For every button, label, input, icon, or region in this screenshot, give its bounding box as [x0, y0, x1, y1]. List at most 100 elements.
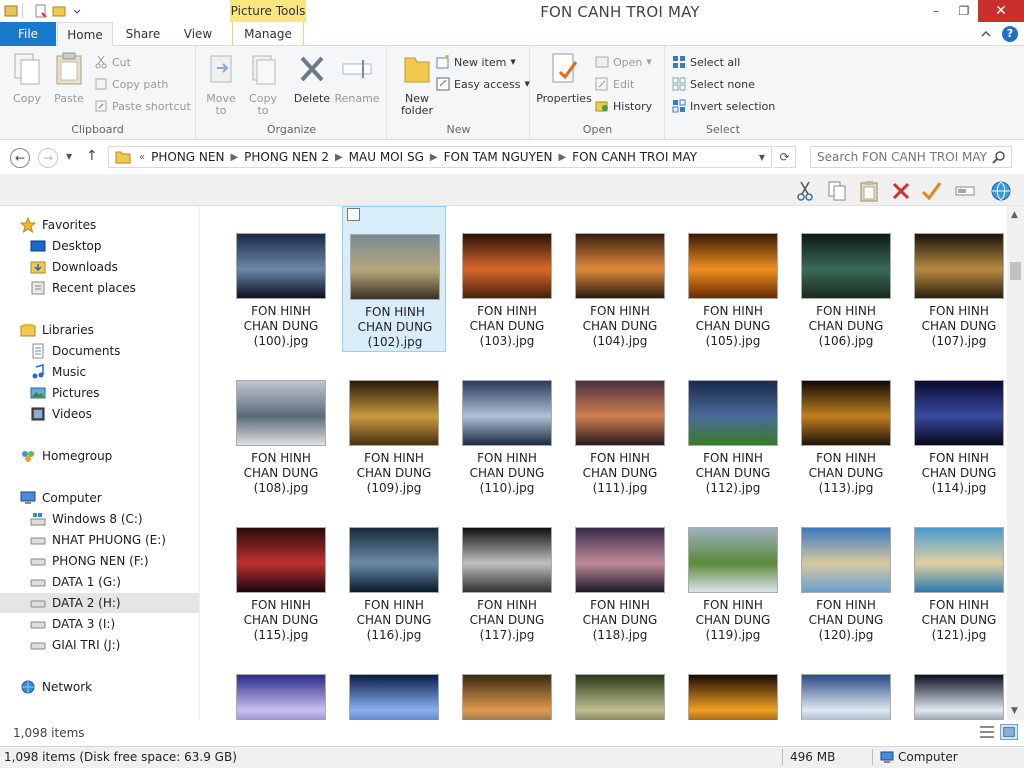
file-tile[interactable]: FON HINH CHAN DUNG (102).jpg	[342, 206, 446, 352]
app-icon[interactable]	[4, 4, 18, 18]
properties-icon[interactable]	[34, 4, 48, 18]
nav-desktop[interactable]: Desktop	[30, 236, 102, 256]
rename-icon[interactable]	[954, 180, 976, 202]
chevron-down-icon[interactable]	[70, 4, 84, 18]
nav-homegroup[interactable]: Homegroup	[20, 446, 112, 466]
back-button[interactable]: ←	[10, 148, 30, 168]
paste-icon[interactable]	[858, 180, 880, 202]
invert-selection-button[interactable]: Invert selection	[672, 96, 775, 116]
file-tile[interactable]: FON HINH CHAN DUNG (120).jpg	[794, 500, 898, 646]
tab-manage[interactable]: Manage	[232, 22, 304, 46]
delete-icon[interactable]	[890, 180, 912, 202]
file-tile[interactable]: FON HINH CHAN DUNG (116).jpg	[342, 500, 446, 646]
breadcrumb-fon-canh-troi-may[interactable]: FON CANH TROI MAY	[572, 150, 697, 164]
select-all-button[interactable]: Select all	[672, 52, 740, 72]
search-icon[interactable]	[992, 150, 1006, 164]
scissors-icon[interactable]	[794, 180, 816, 202]
file-tile[interactable]: FON HINHCHAN DUNG(125).jpg	[568, 647, 672, 720]
nav-libraries[interactable]: Libraries	[20, 320, 94, 340]
address-dropdown-icon[interactable]: ▼	[759, 153, 765, 162]
forward-button[interactable]: →	[38, 148, 58, 168]
open-button[interactable]: Open ▼	[595, 52, 652, 72]
file-tile[interactable]: FON HINHCHAN DUNG(122).jpg	[229, 647, 333, 720]
file-tile[interactable]: FON HINHCHAN DUNG(123).jpg	[342, 647, 446, 720]
file-tile[interactable]: FON HINHCHAN DUNG(127).jpg	[794, 647, 898, 720]
scroll-down-icon[interactable]: ▼	[1011, 706, 1018, 716]
file-tile[interactable]: FON HINH CHAN DUNG (110).jpg	[455, 353, 559, 499]
file-tile[interactable]: FON HINH CHAN DUNG (106).jpg	[794, 206, 898, 352]
new-folder-icon[interactable]	[52, 4, 66, 18]
nav-drive-g[interactable]: DATA 1 (G:)	[30, 572, 121, 592]
file-tile[interactable]: FON HINH CHAN DUNG (114).jpg	[907, 353, 1007, 499]
selection-checkbox[interactable]	[347, 208, 360, 221]
help-icon[interactable]: ?	[1002, 26, 1018, 42]
maximize-button[interactable]: ❐	[950, 0, 978, 22]
tab-view[interactable]: View	[174, 22, 222, 46]
details-view-icon[interactable]	[978, 724, 996, 740]
breadcrumb-phong-nen-2[interactable]: PHONG NEN 2	[244, 150, 329, 164]
nav-drive-j[interactable]: GIAI TRI (J:)	[30, 635, 120, 655]
breadcrumb-phong-nen[interactable]: PHONG NEN	[151, 150, 224, 164]
nav-drive-h[interactable]: DATA 2 (H:)	[0, 593, 199, 613]
file-tile[interactable]: FON HINHCHAN DUNG(124).jpg	[455, 647, 559, 720]
paste-button[interactable]: Paste	[50, 52, 88, 105]
search-box[interactable]	[810, 146, 1012, 168]
nav-drive-f[interactable]: PHONG NEN (F:)	[30, 551, 149, 571]
file-tile[interactable]: FON HINH CHAN DUNG (109).jpg	[342, 353, 446, 499]
nav-computer[interactable]: Computer	[20, 488, 102, 508]
select-none-button[interactable]: Select none	[672, 74, 755, 94]
copy-button[interactable]: Copy	[8, 52, 46, 105]
vertical-scrollbar[interactable]: ▲ ▼	[1007, 206, 1024, 720]
breadcrumb-separator-icon[interactable]: ▶	[335, 152, 343, 163]
delete-button[interactable]: Delete	[291, 52, 333, 105]
file-tile[interactable]: FON HINH CHAN DUNG (112).jpg	[681, 353, 785, 499]
breadcrumb-overflow[interactable]: «	[139, 152, 145, 163]
nav-music[interactable]: Music	[30, 362, 86, 382]
file-tile[interactable]: FON HINH CHAN DUNG (121).jpg	[907, 500, 1007, 646]
scrollbar-thumb[interactable]	[1010, 262, 1021, 280]
up-arrow-icon[interactable]: ↑	[86, 148, 98, 164]
breadcrumb-separator-icon[interactable]: ▶	[230, 152, 238, 163]
checkmark-icon[interactable]	[920, 180, 942, 202]
paste-shortcut-button[interactable]: Paste shortcut	[94, 96, 191, 116]
address-bar[interactable]: « PHONG NEN ▶ PHONG NEN 2 ▶ MAU MOI SG ▶…	[108, 146, 772, 168]
large-icons-view-icon[interactable]	[1000, 724, 1018, 740]
file-tile[interactable]: FON HINHCHAN DUNG(128).jpg	[907, 647, 1007, 720]
copy-to-button[interactable]: Copy to	[245, 52, 281, 117]
properties-button[interactable]: Properties	[535, 52, 593, 105]
globe-icon[interactable]	[990, 180, 1012, 202]
file-tile[interactable]: FON HINH CHAN DUNG (108).jpg	[229, 353, 333, 499]
copy-icon[interactable]	[826, 180, 848, 202]
file-tile[interactable]: FON HINH CHAN DUNG (117).jpg	[455, 500, 559, 646]
edit-button[interactable]: Edit	[595, 74, 634, 94]
scroll-up-icon[interactable]: ▲	[1011, 210, 1018, 220]
file-tile[interactable]: FON HINH CHAN DUNG (104).jpg	[568, 206, 672, 352]
file-tile[interactable]: FON HINH CHAN DUNG (105).jpg	[681, 206, 785, 352]
history-button[interactable]: History	[595, 96, 652, 116]
cut-button[interactable]: Cut	[94, 52, 131, 72]
move-to-button[interactable]: Move to	[203, 52, 239, 117]
refresh-button[interactable]: ⟳	[774, 146, 796, 168]
collapse-ribbon-icon[interactable]	[980, 28, 992, 40]
recent-locations-icon[interactable]: ▼	[66, 152, 72, 161]
file-tile[interactable]: FON HINH CHAN DUNG (111).jpg	[568, 353, 672, 499]
file-tile[interactable]: FON HINH CHAN DUNG (118).jpg	[568, 500, 672, 646]
file-tile[interactable]: FON HINHCHAN DUNG(126).jpg	[681, 647, 785, 720]
breadcrumb-mau-moi-sg[interactable]: MAU MOI SG	[349, 150, 424, 164]
file-tile[interactable]: FON HINH CHAN DUNG (100).jpg	[229, 206, 333, 352]
file-tile[interactable]: FON HINH CHAN DUNG (107).jpg	[907, 206, 1007, 352]
nav-videos[interactable]: Videos	[30, 404, 92, 424]
file-tile[interactable]: FON HINH CHAN DUNG (119).jpg	[681, 500, 785, 646]
nav-drive-e[interactable]: NHAT PHUONG (E:)	[30, 530, 166, 550]
breadcrumb-separator-icon[interactable]: ▶	[558, 152, 566, 163]
file-tile[interactable]: FON HINH CHAN DUNG (115).jpg	[229, 500, 333, 646]
nav-pictures[interactable]: Pictures	[30, 383, 100, 403]
nav-favorites[interactable]: Favorites	[20, 215, 96, 235]
nav-drive-c[interactable]: Windows 8 (C:)	[30, 509, 143, 529]
tab-share[interactable]: Share	[116, 22, 170, 46]
nav-downloads[interactable]: Downloads	[30, 257, 118, 277]
file-tile[interactable]: FON HINH CHAN DUNG (103).jpg	[455, 206, 559, 352]
search-input[interactable]	[811, 147, 991, 167]
nav-network[interactable]: Network	[20, 677, 92, 697]
file-tile[interactable]: FON HINH CHAN DUNG (113).jpg	[794, 353, 898, 499]
